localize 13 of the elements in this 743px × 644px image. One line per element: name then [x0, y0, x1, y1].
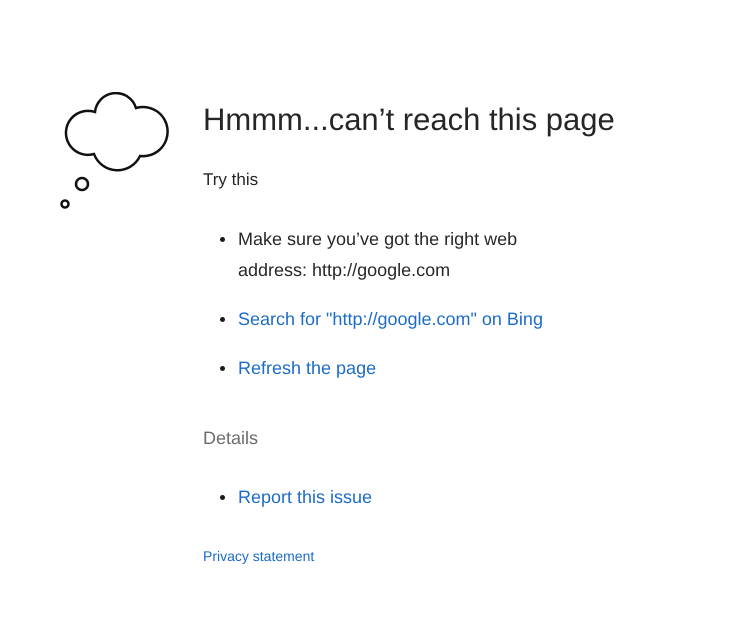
bullet-icon [220, 317, 225, 322]
instruction-text: Make sure you’ve got the right web address: http://google.com [238, 228, 518, 282]
bullet-icon [220, 237, 225, 242]
bullet-icon [220, 366, 225, 371]
privacy-link[interactable]: Privacy statement [203, 546, 314, 566]
link[interactable]: Refresh the page [238, 353, 376, 384]
bullet-icon [220, 495, 225, 500]
page-heading: Hmmm...can’t reach this page [203, 101, 615, 139]
section-heading: Try this [203, 169, 258, 191]
link[interactable]: Search for "http://google.com" on Bing [238, 304, 543, 335]
section-heading: Details [203, 427, 258, 450]
link[interactable]: Report this issue [238, 482, 372, 513]
thought-bubble-icon [60, 92, 170, 210]
